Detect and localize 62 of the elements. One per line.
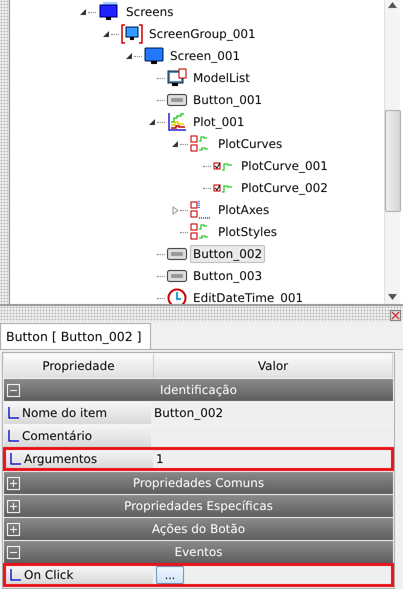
tree-item[interactable]: Screens [123, 3, 177, 21]
category-bar[interactable]: Eventos [4, 541, 393, 563]
expanded-arrow-icon[interactable] [126, 52, 132, 60]
monitor-group-icon [121, 24, 143, 44]
property-name: Nome do item [22, 406, 108, 420]
checked-curve-icon [213, 160, 235, 172]
property-value[interactable]: Button_002 [154, 406, 224, 420]
branch-icon [10, 452, 22, 466]
tree-item[interactable]: PlotCurve_001 [238, 157, 331, 175]
close-icon[interactable] [390, 310, 401, 321]
expanded-arrow-icon[interactable] [148, 118, 156, 126]
collapsed-arrow-icon[interactable] [172, 206, 178, 214]
monitor-list-icon [167, 68, 187, 88]
checked-curve-icon [213, 182, 235, 194]
expanded-arrow-icon[interactable] [80, 8, 86, 16]
property-name: On Click [24, 568, 74, 582]
checked-axes-icon [190, 200, 212, 220]
tree-item[interactable]: Button_001 [190, 91, 266, 109]
column-header: Valor [154, 354, 393, 378]
branch-icon [8, 406, 20, 420]
branch-icon [8, 430, 20, 442]
plus-box-icon[interactable] [7, 500, 20, 512]
minus-box-icon[interactable] [7, 546, 20, 558]
scroll-down-icon[interactable] [388, 294, 397, 300]
chart-icon [167, 112, 187, 132]
category-title: Propriedades Comuns [132, 476, 264, 490]
tree-item[interactable]: ScreenGroup_001 [146, 25, 259, 43]
category-bar[interactable]: Propriedades Específicas [4, 495, 393, 517]
monitor-icon [98, 2, 120, 22]
category-bar[interactable]: Propriedades Comuns [4, 472, 393, 494]
category-bar[interactable]: Ações do Botão [4, 518, 393, 540]
property-value[interactable]: 1 [156, 452, 164, 466]
tree-item[interactable]: Plot_001 [190, 113, 248, 131]
tree-item[interactable]: PlotAxes [215, 201, 272, 219]
property-name: Argumentos [24, 452, 98, 466]
tree-item[interactable]: EditDateTime_001 [190, 289, 306, 304]
category-title: Identificação [160, 383, 237, 397]
scroll-up-icon[interactable] [388, 2, 397, 8]
branch-icon [10, 568, 22, 582]
ellipsis-button[interactable]: ... [156, 566, 184, 584]
category-bar[interactable]: Identificação [4, 379, 393, 401]
category-title: Propriedades Específicas [124, 499, 273, 513]
tree-item[interactable]: PlotCurve_002 [238, 179, 331, 197]
tree-item[interactable]: ModelList [190, 69, 254, 87]
property-name: Comentário [22, 429, 92, 443]
scroll-thumb[interactable] [384, 110, 400, 212]
monitor-icon [144, 46, 164, 66]
tree-item[interactable]: Button_003 [190, 267, 266, 285]
plus-box-icon[interactable] [7, 522, 20, 536]
category-title: Ações do Botão [152, 522, 246, 536]
minus-box-icon[interactable] [7, 384, 20, 396]
category-title: Eventos [174, 545, 222, 559]
scrollbar[interactable] [384, 0, 400, 304]
tree-item[interactable]: PlotCurves [215, 135, 286, 153]
plus-box-icon[interactable] [7, 476, 20, 490]
tree-item[interactable]: PlotStyles [215, 223, 280, 241]
tree-item[interactable]: Button_002 [190, 245, 266, 263]
column-header: Propriedade [4, 354, 154, 378]
panel-tab[interactable]: Button [ Button_002 ] [0, 323, 151, 349]
tree-item[interactable]: Screen_001 [167, 47, 244, 65]
expanded-arrow-icon[interactable] [172, 140, 178, 148]
expanded-arrow-icon[interactable] [102, 30, 110, 38]
